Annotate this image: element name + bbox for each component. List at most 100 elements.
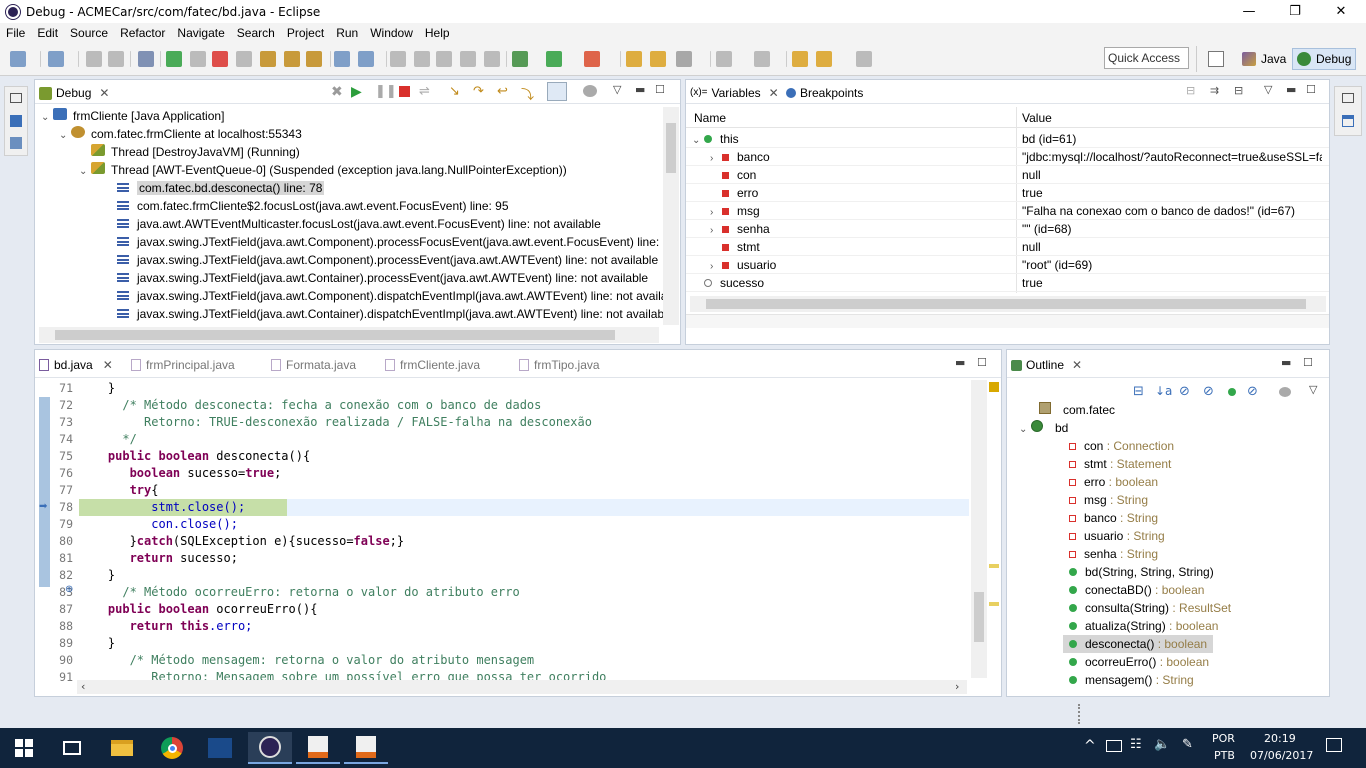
close-tab-icon[interactable]: ✕ <box>769 83 779 103</box>
suspend-icon[interactable]: ❚❚ <box>375 84 397 99</box>
step-return-icon[interactable] <box>306 51 322 67</box>
code-line[interactable]: } <box>79 380 115 397</box>
taskbar-eclipse[interactable] <box>248 732 292 764</box>
step-into-icon[interactable]: ↘ <box>449 84 460 99</box>
step-into-icon[interactable] <box>260 51 276 67</box>
status-bar-grip[interactable] <box>1078 704 1082 724</box>
perspective-java[interactable]: Java <box>1238 48 1290 70</box>
editor-vscrollbar[interactable] <box>971 380 987 678</box>
taskbar-explorer[interactable] <box>100 732 144 764</box>
variables-hscrollbar[interactable] <box>690 296 1326 312</box>
scroll-right-icon[interactable]: › <box>955 680 959 693</box>
minimize-view-icon[interactable]: ▬ <box>1281 356 1291 369</box>
annotation-icon[interactable] <box>716 51 732 67</box>
new-icon[interactable] <box>10 51 26 67</box>
tray-battery-icon[interactable] <box>1106 740 1122 752</box>
disconnect-icon[interactable]: ⇌ <box>419 84 430 99</box>
stack-frame[interactable]: javax.swing.JTextField(java.awt.Componen… <box>97 233 676 251</box>
code-line[interactable]: /* Método desconecta: fecha a conexão co… <box>79 397 541 414</box>
outline-member[interactable]: atualiza(String) : boolean <box>1069 617 1218 635</box>
column-header-name[interactable]: Name <box>694 109 726 127</box>
variable-row[interactable]: › usuario <box>710 256 776 274</box>
expand-arrow-icon[interactable]: ⌄ <box>59 127 71 145</box>
variables-hscroll-thumb[interactable] <box>706 299 1306 309</box>
menu-run[interactable]: Run <box>330 26 364 40</box>
debug-hscroll-thumb[interactable] <box>55 330 615 340</box>
task-view-button[interactable] <box>50 732 94 764</box>
suspend-icon[interactable] <box>190 51 206 67</box>
toolbar-icon-b[interactable] <box>414 51 430 67</box>
outline-member[interactable]: erro : boolean <box>1069 473 1158 491</box>
stack-frame[interactable]: javax.swing.JTextField(java.awt.Componen… <box>97 251 658 269</box>
step-over-icon[interactable] <box>284 51 300 67</box>
close-tab-icon[interactable]: ✕ <box>99 83 109 103</box>
editor-tab-frmprincipal[interactable]: frmPrincipal.java <box>131 355 235 375</box>
outline-member[interactable]: banco : String <box>1069 509 1158 527</box>
variable-value[interactable]: "root" (id=69) <box>1022 256 1322 274</box>
menu-window[interactable]: Window <box>364 26 419 40</box>
editor-hscrollbar[interactable]: ‹ › <box>77 680 967 694</box>
outline-member[interactable]: conectaBD() : boolean <box>1069 581 1204 599</box>
fold-expand-icon[interactable]: ⊕ <box>65 584 73 595</box>
variable-value[interactable]: true <box>1022 274 1322 292</box>
code-line[interactable]: boolean sucesso=true; <box>79 465 282 482</box>
editor-vscroll-thumb[interactable] <box>974 592 984 642</box>
tray-clock-time[interactable]: 20:19 <box>1264 732 1296 745</box>
tray-chevron-icon[interactable]: ^ <box>1084 738 1096 754</box>
tab-variables[interactable]: (x)= Variables ✕ <box>690 83 779 103</box>
expand-arrow-icon[interactable]: ⌄ <box>41 109 53 127</box>
view-menu-icon[interactable]: ▽ <box>613 83 621 96</box>
view-menu-icon[interactable]: ▽ <box>1264 83 1272 96</box>
toolbar-icon-d[interactable] <box>460 51 476 67</box>
close-tab-icon[interactable]: ✕ <box>1072 355 1082 375</box>
outline-member[interactable]: desconecta() : boolean <box>1069 635 1207 653</box>
variable-row[interactable]: ⌄ this <box>692 130 739 148</box>
column-header-value[interactable]: Value <box>1022 109 1052 127</box>
outline-class[interactable]: ⌄ bd <box>1019 419 1068 437</box>
overview-marker[interactable] <box>989 564 999 568</box>
editor-tab-frmcliente[interactable]: frmCliente.java <box>385 355 480 375</box>
show-type-names-icon[interactable]: ⊟ <box>1186 84 1195 97</box>
search-icon[interactable] <box>676 51 692 67</box>
menu-search[interactable]: Search <box>231 26 281 40</box>
variable-row[interactable]: › msg <box>710 202 760 220</box>
stack-frame[interactable]: javax.swing.JTextField(java.awt.Containe… <box>97 305 664 323</box>
code-line[interactable]: } <box>79 567 115 584</box>
back-arrow-icon[interactable] <box>816 51 832 67</box>
menu-project[interactable]: Project <box>281 26 330 40</box>
variable-value[interactable]: "Falha na conexao com o banco de dados!"… <box>1022 202 1322 220</box>
stack-frame[interactable]: javax.swing.JTextField(java.awt.Containe… <box>97 269 648 287</box>
hide-local-types-icon[interactable]: ⊘ <box>1247 384 1258 399</box>
stack-frame[interactable]: javax.swing.JTextField(java.awt.Componen… <box>97 287 671 305</box>
collapse-all-icon[interactable]: ⊟ <box>1234 84 1243 97</box>
menu-file[interactable]: File <box>0 26 31 40</box>
menu-source[interactable]: Source <box>64 26 114 40</box>
save-icon[interactable] <box>86 51 102 67</box>
stack-frame[interactable]: com.fatec.frmCliente$2.focusLost(java.aw… <box>97 197 509 215</box>
terminate-icon[interactable] <box>399 86 410 97</box>
variable-value[interactable]: "" (id=68) <box>1022 220 1322 238</box>
tray-volume-icon[interactable]: 🔈 <box>1154 737 1170 752</box>
action-center-icon[interactable] <box>1326 738 1342 752</box>
tab-outline[interactable]: Outline ✕ <box>1011 355 1082 375</box>
open-perspective-icon[interactable] <box>1208 51 1224 67</box>
maximize-view-icon[interactable]: ☐ <box>655 83 665 96</box>
code-line[interactable]: return this.erro; <box>79 618 253 635</box>
hide-static-icon[interactable]: ⊘ <box>1203 384 1214 399</box>
menu-help[interactable]: Help <box>419 26 456 40</box>
skip-breakpoints-icon[interactable] <box>138 51 154 67</box>
restore-icon-right[interactable] <box>1342 93 1354 103</box>
outline-member[interactable]: con : Connection <box>1069 437 1174 455</box>
outline-member[interactable]: bd(String, String, String) <box>1069 563 1214 581</box>
outline-member[interactable]: usuario : String <box>1069 527 1165 545</box>
forward-icon[interactable] <box>856 51 872 67</box>
menu-refactor[interactable]: Refactor <box>114 26 171 40</box>
outline-member[interactable]: consulta(String) : ResultSet <box>1069 599 1231 617</box>
code-line[interactable]: /* Método mensagem: retorna o valor do a… <box>79 652 535 669</box>
stack-frame[interactable]: java.awt.AWTEventMulticaster.focusLost(j… <box>97 215 601 233</box>
maximize-view-icon[interactable]: ☐ <box>1306 83 1316 96</box>
editor-tab-frmtipo[interactable]: frmTipo.java <box>519 355 600 375</box>
close-button[interactable]: ✕ <box>1318 0 1364 23</box>
tab-debug[interactable]: Debug ✕ <box>39 83 109 103</box>
tray-clock-date[interactable]: 07/06/2017 <box>1250 749 1313 762</box>
